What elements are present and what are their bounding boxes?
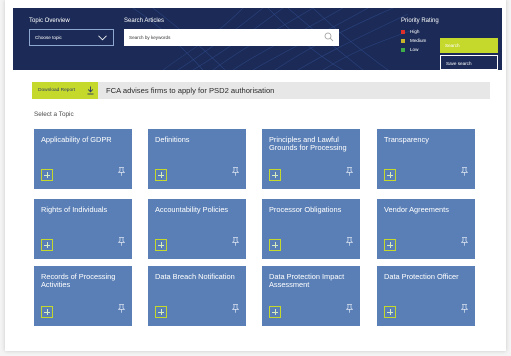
pin-icon[interactable]	[231, 300, 240, 318]
plus-icon[interactable]	[384, 239, 396, 251]
plus-icon[interactable]	[41, 239, 53, 251]
chevron-down-icon	[98, 35, 107, 41]
pin-icon[interactable]	[117, 163, 126, 181]
topic-card-title: Transparency	[384, 135, 429, 144]
pin-icon[interactable]	[460, 300, 469, 318]
pin-icon[interactable]	[117, 233, 126, 251]
topic-card-title: Processor Obligations	[269, 205, 342, 214]
search-button[interactable]: Search	[440, 38, 498, 53]
topic-card[interactable]: Vendor Agreements	[377, 199, 475, 259]
search-icon	[324, 32, 334, 42]
news-strip: Download Report FCA advises firms to app…	[32, 82, 490, 99]
pin-icon[interactable]	[345, 300, 354, 318]
priority-rating-label: Priority Rating	[401, 18, 439, 24]
download-icon	[87, 86, 94, 95]
pin-icon[interactable]	[460, 233, 469, 251]
search-placeholder: Search by keywords	[129, 34, 171, 40]
topic-card[interactable]: Accountability Policies	[148, 199, 246, 259]
pin-icon[interactable]	[231, 233, 240, 251]
topic-card-title: Vendor Agreements	[384, 205, 449, 214]
search-articles-label: Search Articles	[124, 18, 165, 24]
topic-card-title: Records of Processing Activities	[41, 272, 116, 290]
news-headline[interactable]: FCA advises firms to apply for PSD2 auth…	[106, 86, 274, 95]
topic-select-value: Choose topic	[35, 35, 62, 40]
save-search-button[interactable]: Save search	[440, 55, 498, 70]
plus-icon[interactable]	[155, 239, 167, 251]
topic-card[interactable]: Applicability of GDPR	[34, 129, 132, 189]
topic-card-title: Rights of Individuals	[41, 205, 108, 214]
priority-low-swatch	[401, 47, 405, 52]
topic-card[interactable]: Definitions	[148, 129, 246, 189]
topic-card-title: Data Protection Officer	[384, 272, 459, 281]
plus-icon[interactable]	[41, 169, 53, 181]
plus-icon[interactable]	[155, 169, 167, 181]
pin-icon[interactable]	[345, 233, 354, 251]
priority-medium-swatch	[401, 38, 405, 43]
topic-card[interactable]: Transparency	[377, 129, 475, 189]
topic-card-title: Applicability of GDPR	[41, 135, 112, 144]
search-input[interactable]: Search by keywords	[124, 29, 339, 46]
priority-low: Low	[401, 47, 418, 52]
select-topic-heading: Select a Topic	[34, 111, 74, 118]
plus-icon[interactable]	[384, 306, 396, 318]
topic-card[interactable]: Rights of Individuals	[34, 199, 132, 259]
topic-card-title: Principles and Lawful Grounds for Proces…	[269, 135, 347, 153]
priority-high: High	[401, 29, 419, 34]
plus-icon[interactable]	[41, 306, 53, 318]
topic-card-title: Definitions	[155, 135, 190, 144]
header-banner: Topic Overview Choose topic Search Artic…	[13, 8, 502, 70]
topic-card-title: Accountability Policies	[155, 205, 229, 214]
pin-icon[interactable]	[460, 163, 469, 181]
priority-medium: Medium	[401, 38, 426, 43]
topic-card-title: Data Protection Impact Assessment	[269, 272, 345, 290]
priority-high-swatch	[401, 29, 405, 34]
download-report-button[interactable]: Download Report	[32, 82, 98, 99]
topic-card[interactable]: Data Breach Notification	[148, 266, 246, 326]
topic-overview-label: Topic Overview	[29, 18, 70, 24]
pin-icon[interactable]	[345, 163, 354, 181]
plus-icon[interactable]	[269, 239, 281, 251]
plus-icon[interactable]	[269, 306, 281, 318]
download-report-label: Download Report	[38, 88, 76, 93]
topic-card-title: Data Breach Notification	[155, 272, 235, 281]
plus-icon[interactable]	[384, 169, 396, 181]
topic-card[interactable]: Data Protection Impact Assessment	[262, 266, 360, 326]
topic-card[interactable]: Principles and Lawful Grounds for Proces…	[262, 129, 360, 189]
topic-card[interactable]: Processor Obligations	[262, 199, 360, 259]
topic-card[interactable]: Records of Processing Activities	[34, 266, 132, 326]
topic-select[interactable]: Choose topic	[29, 29, 114, 46]
topic-card[interactable]: Data Protection Officer	[377, 266, 475, 326]
plus-icon[interactable]	[269, 169, 281, 181]
pin-icon[interactable]	[117, 300, 126, 318]
page-frame: Topic Overview Choose topic Search Artic…	[5, 0, 506, 351]
plus-icon[interactable]	[155, 306, 167, 318]
pin-icon[interactable]	[231, 163, 240, 181]
